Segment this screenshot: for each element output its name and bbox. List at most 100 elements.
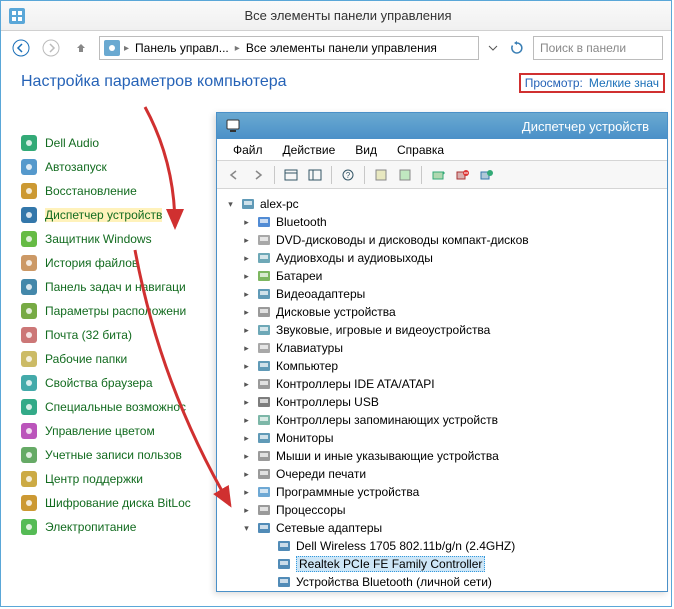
control-panel-item-label: Диспетчер устройств xyxy=(45,208,162,222)
toolbar-properties-button[interactable] xyxy=(304,164,326,186)
expand-toggle-icon[interactable]: ▸ xyxy=(241,217,252,228)
toolbar-prop3-button[interactable] xyxy=(394,164,416,186)
tree-node[interactable]: ▸ Контроллеры запоминающих устройств xyxy=(241,411,659,429)
tree-node-label: Компьютер xyxy=(276,359,338,373)
breadcrumb-item[interactable]: Панель управл... xyxy=(133,41,231,55)
tree-node[interactable]: ▸ DVD-дисководы и дисководы компакт-диск… xyxy=(241,231,659,249)
tree-node[interactable]: ▾ alex-pc xyxy=(225,195,659,213)
toolbar-uninstall-button[interactable] xyxy=(451,164,473,186)
expand-toggle-icon[interactable] xyxy=(261,577,272,588)
battery-icon xyxy=(256,268,272,284)
tree-node[interactable]: ▸ Очереди печати xyxy=(241,465,659,483)
expand-toggle-icon[interactable]: ▸ xyxy=(241,415,252,426)
menu-file[interactable]: Файл xyxy=(225,143,271,157)
expand-toggle-icon[interactable]: ▸ xyxy=(241,451,252,462)
expand-toggle-icon[interactable]: ▾ xyxy=(225,199,236,210)
tree-node-label: Звуковые, игровые и видеоустройства xyxy=(276,323,490,337)
toolbar-forward-button[interactable] xyxy=(247,164,269,186)
expand-toggle-icon[interactable]: ▸ xyxy=(241,271,252,282)
device-tree[interactable]: ▾ alex-pc▸ Bluetooth▸ DVD-дисководы и ди… xyxy=(217,189,667,597)
net-adapter-icon xyxy=(276,556,292,572)
toolbar-help-button[interactable]: ? xyxy=(337,164,359,186)
expand-toggle-icon[interactable]: ▸ xyxy=(241,307,252,318)
device-manager-window[interactable]: Диспетчер устройств Файл Действие Вид Сп… xyxy=(216,112,668,592)
tree-node[interactable]: ▸ Контроллеры IDE ATA/ATAPI xyxy=(241,375,659,393)
toolbar-separator xyxy=(274,166,275,184)
expand-toggle-icon[interactable]: ▸ xyxy=(241,469,252,480)
expand-toggle-icon[interactable]: ▸ xyxy=(241,343,252,354)
expand-toggle-icon[interactable]: ▸ xyxy=(241,397,252,408)
toolbar-scan-button[interactable] xyxy=(427,164,449,186)
expand-toggle-icon[interactable]: ▸ xyxy=(241,253,252,264)
menu-action[interactable]: Действие xyxy=(275,143,344,157)
color-icon xyxy=(21,423,37,439)
device-manager-titlebar[interactable]: Диспетчер устройств xyxy=(217,113,667,139)
toolbar-view-button[interactable] xyxy=(280,164,302,186)
mouse-icon xyxy=(256,448,272,464)
tree-node[interactable]: ▸ Процессоры xyxy=(241,501,659,519)
expand-toggle-icon[interactable] xyxy=(261,541,272,552)
expand-toggle-icon[interactable]: ▸ xyxy=(241,289,252,300)
tree-node[interactable]: ▸ Мониторы xyxy=(241,429,659,447)
menu-help[interactable]: Справка xyxy=(389,143,452,157)
tree-node[interactable]: ▸ Контроллеры USB xyxy=(241,393,659,411)
expand-toggle-icon[interactable]: ▸ xyxy=(241,235,252,246)
tree-node-label: Аудиовходы и аудиовыходы xyxy=(276,251,433,265)
usb-icon xyxy=(256,394,272,410)
tree-node-label: Контроллеры USB xyxy=(276,395,379,409)
control-panel-item-label: Шифрование диска BitLoc xyxy=(45,496,191,510)
toolbar-separator xyxy=(331,166,332,184)
expand-toggle-icon[interactable]: ▸ xyxy=(241,505,252,516)
expand-toggle-icon[interactable]: ▾ xyxy=(241,523,252,534)
tree-node[interactable]: ▾ Сетевые адаптеры xyxy=(241,519,659,537)
tree-node[interactable]: ▸ Мыши и иные указывающие устройства xyxy=(241,447,659,465)
expand-toggle-icon[interactable]: ▸ xyxy=(241,433,252,444)
control-panel-item-label: Управление цветом xyxy=(45,424,155,438)
ide-icon xyxy=(256,376,272,392)
device-mgr-icon xyxy=(21,207,37,223)
expand-toggle-icon[interactable]: ▸ xyxy=(241,361,252,372)
network-icon xyxy=(256,520,272,536)
back-button[interactable] xyxy=(9,36,33,60)
forward-button[interactable] xyxy=(39,36,63,60)
search-input[interactable]: Поиск в панели xyxy=(533,36,663,60)
tree-node[interactable]: ▸ Батареи xyxy=(241,267,659,285)
tree-node-label: Realtek PCIe FE Family Controller xyxy=(296,556,485,572)
tree-node[interactable]: Устройства Bluetooth (личной сети) xyxy=(261,573,659,591)
menu-view[interactable]: Вид xyxy=(347,143,385,157)
breadcrumb-item[interactable]: Все элементы панели управления xyxy=(244,41,439,55)
tree-node[interactable]: ▸ Видеоадаптеры xyxy=(241,285,659,303)
tree-node[interactable]: ▸ Дисковые устройства xyxy=(241,303,659,321)
breadcrumb[interactable]: ▸ Панель управл... ▸ Все элементы панели… xyxy=(99,36,479,60)
history-icon xyxy=(21,255,37,271)
folder-icon xyxy=(21,351,37,367)
control-panel-item-label: Электропитание xyxy=(45,520,136,534)
tree-node[interactable]: ▸ Звуковые, игровые и видеоустройства xyxy=(241,321,659,339)
display-icon xyxy=(256,286,272,302)
up-button[interactable] xyxy=(69,36,93,60)
tree-node-label: Очереди печати xyxy=(276,467,366,481)
toolbar-update-button[interactable] xyxy=(475,164,497,186)
tree-node[interactable]: ▸ Программные устройства xyxy=(241,483,659,501)
refresh-button[interactable] xyxy=(507,38,527,58)
tree-node[interactable]: Realtek PCIe FE Family Controller xyxy=(261,555,659,573)
tree-node[interactable]: Dell Wireless 1705 802.11b/g/n (2.4GHZ) xyxy=(261,537,659,555)
control-panel-item-label: Параметры расположени xyxy=(45,304,186,318)
sound-icon xyxy=(256,322,272,338)
tree-node-label: Дисковые устройства xyxy=(276,305,396,319)
dropdown-button[interactable] xyxy=(485,36,501,60)
expand-toggle-icon[interactable]: ▸ xyxy=(241,379,252,390)
view-by-selector[interactable]: Просмотр: Мелкие знач xyxy=(519,73,665,93)
tree-node[interactable]: ▸ Аудиовходы и аудиовыходы xyxy=(241,249,659,267)
power-icon xyxy=(21,519,37,535)
toolbar-back-button[interactable] xyxy=(223,164,245,186)
control-panel-item-label: Панель задач и навигаци xyxy=(45,280,186,294)
control-panel-item-label: История файлов xyxy=(45,256,138,270)
expand-toggle-icon[interactable]: ▸ xyxy=(241,487,252,498)
expand-toggle-icon[interactable] xyxy=(261,559,272,570)
tree-node[interactable]: ▸ Клавиатуры xyxy=(241,339,659,357)
tree-node[interactable]: ▸ Bluetooth xyxy=(241,213,659,231)
expand-toggle-icon[interactable]: ▸ xyxy=(241,325,252,336)
toolbar-prop2-button[interactable] xyxy=(370,164,392,186)
tree-node[interactable]: ▸ Компьютер xyxy=(241,357,659,375)
